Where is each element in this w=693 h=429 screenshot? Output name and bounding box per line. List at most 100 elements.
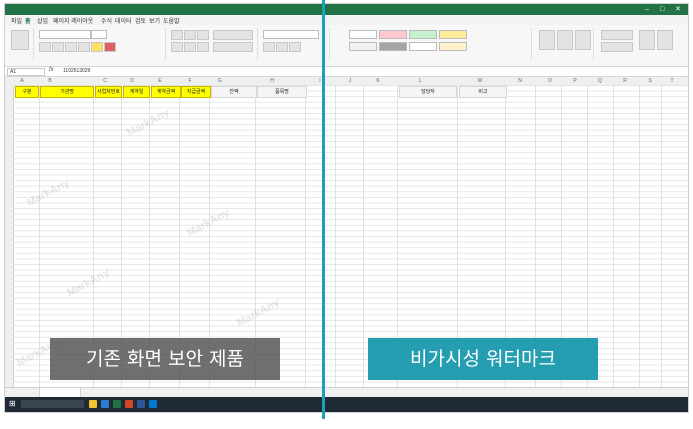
bold-button[interactable] bbox=[39, 42, 51, 52]
label-existing-screen-security: 기존 화면 보안 제품 bbox=[50, 338, 280, 380]
tab-help[interactable]: 도움말 bbox=[163, 16, 180, 25]
style-good[interactable] bbox=[409, 30, 437, 39]
close-icon[interactable]: ✕ bbox=[675, 5, 681, 14]
header-type[interactable]: 구분 bbox=[15, 86, 39, 98]
header-note[interactable]: 비고 bbox=[459, 86, 507, 98]
label-invisible-watermark: 비가시성 워터마크 bbox=[368, 338, 598, 380]
ribbon bbox=[5, 25, 688, 67]
column-header-o[interactable]: O bbox=[545, 78, 555, 84]
merge-center-button[interactable] bbox=[213, 42, 253, 52]
tab-insert[interactable]: 삽입 bbox=[37, 16, 48, 25]
tab-view[interactable]: 보기 bbox=[149, 16, 160, 25]
excel-icon[interactable] bbox=[113, 400, 121, 408]
align-center-button[interactable] bbox=[184, 42, 196, 52]
autosum-button[interactable] bbox=[601, 30, 633, 40]
column-header-c[interactable]: C bbox=[100, 78, 110, 84]
delete-cells-button[interactable] bbox=[557, 30, 573, 50]
column-header-d[interactable]: D bbox=[127, 78, 137, 84]
fx-icon[interactable]: fx bbox=[49, 67, 54, 73]
column-header-t[interactable]: T bbox=[667, 78, 677, 84]
column-header-b[interactable]: B bbox=[45, 78, 55, 84]
column-header-j[interactable]: J bbox=[345, 78, 355, 84]
column-header-q[interactable]: Q bbox=[595, 78, 605, 84]
outlook-icon[interactable] bbox=[149, 400, 157, 408]
column-header-e[interactable]: E bbox=[155, 78, 165, 84]
column-header-k[interactable]: K bbox=[373, 78, 383, 84]
style-normal[interactable] bbox=[349, 30, 377, 39]
font-color-button[interactable] bbox=[104, 42, 116, 52]
column-header-m[interactable]: M bbox=[475, 78, 485, 84]
percent-button[interactable] bbox=[276, 42, 288, 52]
title-bar: – □ ✕ bbox=[5, 4, 688, 15]
cells-group bbox=[533, 28, 594, 60]
font-group bbox=[35, 28, 166, 60]
tab-home[interactable]: 홈 bbox=[25, 16, 31, 25]
edge-icon[interactable] bbox=[101, 400, 109, 408]
tab-review[interactable]: 검토 bbox=[135, 16, 146, 25]
word-icon[interactable] bbox=[137, 400, 145, 408]
align-right-button[interactable] bbox=[197, 42, 209, 52]
column-header-s[interactable]: S bbox=[645, 78, 655, 84]
format-cells-button[interactable] bbox=[575, 30, 591, 50]
editing-group bbox=[595, 28, 685, 60]
insert-cells-button[interactable] bbox=[539, 30, 555, 50]
minimize-icon[interactable]: – bbox=[645, 5, 649, 14]
style-check[interactable] bbox=[379, 42, 407, 51]
style-neutral[interactable] bbox=[439, 30, 467, 39]
find-select-button[interactable] bbox=[657, 30, 673, 50]
formula-value[interactable]: 1102513029 bbox=[63, 68, 90, 74]
style-input[interactable] bbox=[439, 42, 467, 51]
fill-color-button[interactable] bbox=[91, 42, 103, 52]
align-bottom-button[interactable] bbox=[197, 30, 209, 40]
header-manager[interactable]: 담당자 bbox=[399, 86, 457, 98]
header-item[interactable]: 품목명 bbox=[257, 86, 307, 98]
border-button[interactable] bbox=[78, 42, 90, 52]
file-explorer-icon[interactable] bbox=[89, 400, 97, 408]
maximize-icon[interactable]: □ bbox=[660, 5, 664, 14]
number-format-box[interactable] bbox=[263, 30, 319, 39]
header-paid[interactable]: 지급금액 bbox=[181, 86, 211, 98]
tab-file[interactable]: 파일 bbox=[11, 16, 22, 25]
column-header-g[interactable]: G bbox=[215, 78, 225, 84]
align-middle-button[interactable] bbox=[184, 30, 196, 40]
font-size-box[interactable] bbox=[91, 30, 107, 39]
number-group bbox=[259, 28, 330, 60]
powerpoint-icon[interactable] bbox=[125, 400, 133, 408]
style-bad[interactable] bbox=[379, 30, 407, 39]
column-header-p[interactable]: P bbox=[570, 78, 580, 84]
clipboard-group bbox=[7, 28, 34, 60]
underline-button[interactable] bbox=[65, 42, 77, 52]
column-header-r[interactable]: R bbox=[620, 78, 630, 84]
paste-button[interactable] bbox=[11, 30, 29, 50]
header-balance[interactable]: 잔액 bbox=[211, 86, 257, 98]
column-header-l[interactable]: L bbox=[415, 78, 425, 84]
header-amount[interactable]: 계약금액 bbox=[151, 86, 181, 98]
header-org[interactable]: 기관명 bbox=[40, 86, 94, 98]
fill-button[interactable] bbox=[601, 42, 633, 52]
header-date[interactable]: 계약일 bbox=[123, 86, 150, 98]
wrap-text-button[interactable] bbox=[213, 30, 253, 40]
name-box[interactable]: A1 bbox=[7, 68, 45, 76]
column-header-f[interactable]: F bbox=[185, 78, 195, 84]
column-header-n[interactable]: N bbox=[515, 78, 525, 84]
currency-button[interactable] bbox=[263, 42, 275, 52]
comma-button[interactable] bbox=[289, 42, 301, 52]
sort-filter-button[interactable] bbox=[639, 30, 655, 50]
tab-formulas[interactable]: 수식 bbox=[101, 16, 112, 25]
align-top-button[interactable] bbox=[171, 30, 183, 40]
column-header-a[interactable]: A bbox=[17, 78, 27, 84]
align-left-button[interactable] bbox=[171, 42, 183, 52]
styles-group bbox=[331, 28, 532, 60]
font-name-box[interactable] bbox=[39, 30, 91, 39]
style-calculation[interactable] bbox=[349, 42, 377, 51]
taskbar-search-box[interactable] bbox=[21, 400, 84, 408]
windows-start-icon[interactable]: ⊞ bbox=[9, 400, 17, 408]
alignment-group bbox=[167, 28, 258, 60]
style-explanatory[interactable] bbox=[409, 42, 437, 51]
comparison-divider bbox=[322, 0, 325, 419]
tab-data[interactable]: 데이터 bbox=[115, 16, 132, 25]
italic-button[interactable] bbox=[52, 42, 64, 52]
column-header-h[interactable]: H bbox=[267, 78, 277, 84]
header-bizno[interactable]: 사업자번호 bbox=[95, 86, 122, 98]
tab-page-layout[interactable]: 페이지 레이아웃 bbox=[53, 16, 93, 25]
